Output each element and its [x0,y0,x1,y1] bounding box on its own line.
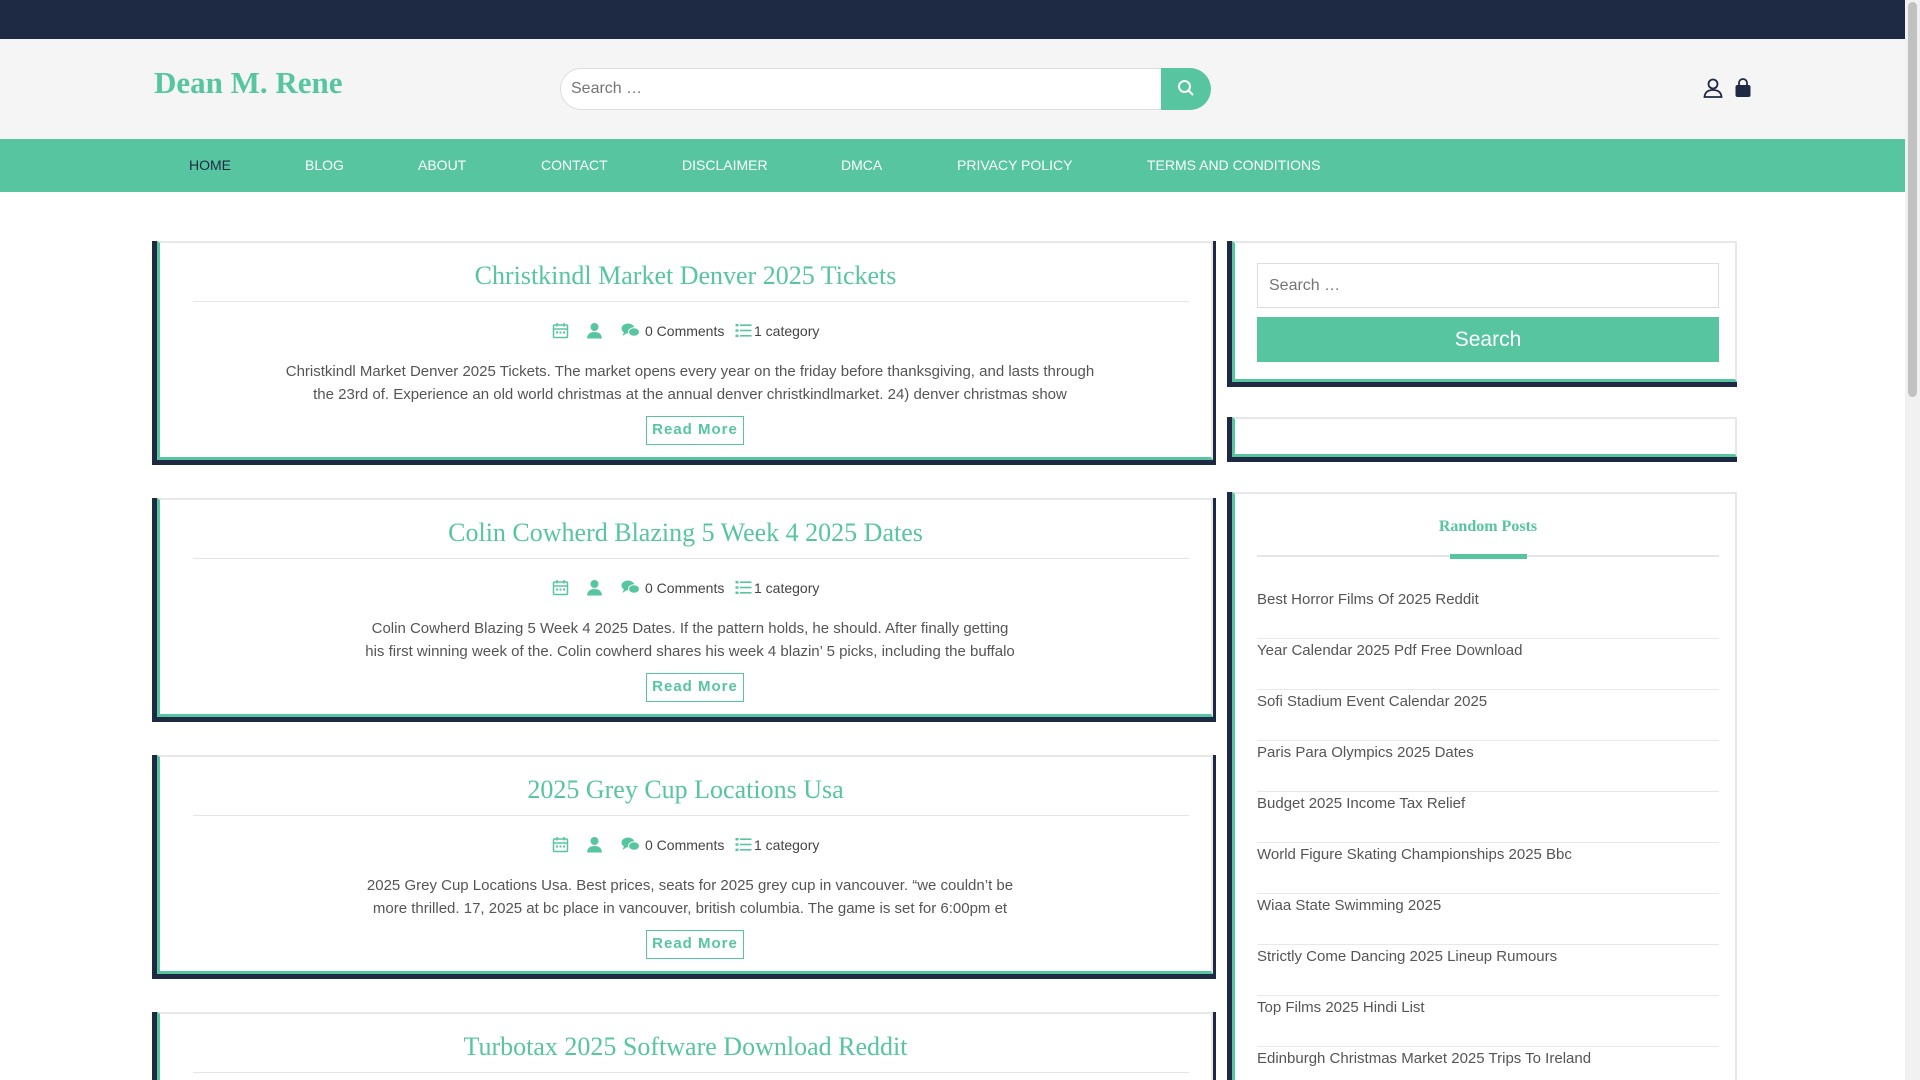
random-post-link[interactable]: World Figure Skating Championships 2025 … [1257,843,1719,894]
author-icon[interactable] [586,579,603,596]
post-excerpt: Christkindl Market Denver 2025 Tickets. … [285,363,1095,403]
random-post-link[interactable]: Budget 2025 Income Tax Relief [1257,792,1719,843]
author-icon[interactable] [586,836,603,853]
post-title[interactable]: 2025 Grey Cup Locations Usa [160,775,1211,805]
header-search-input[interactable] [560,68,1171,110]
random-post-link[interactable]: Strictly Come Dancing 2025 Lineup Rumour… [1257,945,1719,996]
widget-card: Search [1232,241,1737,382]
random-post-link[interactable]: Top Films 2025 Hindi List [1257,996,1719,1047]
random-post-link[interactable]: Edinburgh Christmas Market 2025 Trips To… [1257,1047,1719,1080]
comments-icon [621,580,640,594]
post-category[interactable]: 1 category [754,580,819,596]
calendar-icon[interactable] [552,579,569,596]
header-search-button[interactable] [1161,68,1211,110]
post-comments[interactable]: 0 Comments [645,837,724,853]
post-card: 2025 Grey Cup Locations Usa 0 Comments 1… [152,755,1216,979]
nav-item-blog[interactable]: BLOG [305,139,344,192]
nav-item-terms-and-conditions[interactable]: TERMS AND CONDITIONS [1147,139,1320,192]
post-comments[interactable]: 0 Comments [645,323,724,339]
nav-item-privacy-policy[interactable]: PRIVACY POLICY [957,139,1072,192]
category-list-icon [735,581,752,594]
random-posts-title: Random Posts [1438,518,1538,535]
post-card-body: Turbotax 2025 Software Download Reddit [157,1012,1213,1080]
comments-icon [621,323,640,337]
calendar-icon[interactable] [552,836,569,853]
random-posts-underline-accent [1450,554,1527,559]
top-bar [0,0,1905,39]
sidebar-search-button[interactable]: Search [1257,317,1719,362]
nav-item-disclaimer[interactable]: DISCLAIMER [682,139,768,192]
category-list-icon [735,838,752,851]
post-divider [193,558,1189,559]
site-title[interactable]: Dean M. Rene [154,65,343,101]
sidebar-search-widget: Search [1227,241,1737,387]
post-meta: 0 Comments 1 category [160,321,1211,341]
calendar-icon[interactable] [552,322,569,339]
header-search [560,68,1211,110]
random-post-link[interactable]: Best Horror Films Of 2025 Reddit [1257,588,1719,639]
post-category[interactable]: 1 category [754,323,819,339]
category-list-icon [735,324,752,337]
sidebar-search-input[interactable] [1257,263,1719,308]
post-card: Colin Cowherd Blazing 5 Week 4 2025 Date… [152,498,1216,722]
main-nav: HOME BLOG ABOUT CONTACT DISCLAIMER DMCA … [0,139,1905,192]
random-post-link[interactable]: Wiaa State Swimming 2025 [1257,894,1719,945]
random-post-link[interactable]: Sofi Stadium Event Calendar 2025 [1257,690,1719,741]
post-card-body: 2025 Grey Cup Locations Usa 0 Comments 1… [157,755,1213,974]
post-card-body: Christkindl Market Denver 2025 Tickets 0… [157,241,1213,460]
author-icon[interactable] [586,322,603,339]
nav-item-dmca[interactable]: DMCA [841,139,882,192]
post-card: Turbotax 2025 Software Download Reddit [152,1012,1216,1080]
site-header: Dean M. Rene [0,39,1905,139]
post-card: Christkindl Market Denver 2025 Tickets 0… [152,241,1216,465]
user-icon[interactable] [1702,77,1724,99]
nav-item-about[interactable]: ABOUT [418,139,466,192]
post-meta: 0 Comments 1 category [160,578,1211,598]
widget-card [1232,417,1737,457]
comments-icon [621,837,640,851]
scrollbar-thumb[interactable] [1908,2,1917,397]
widget-card: Random Posts Best Horror Films Of 2025 R… [1232,492,1737,1080]
post-title[interactable]: Turbotax 2025 Software Download Reddit [160,1032,1211,1062]
post-divider [193,815,1189,816]
read-more-button[interactable]: Read More [646,930,744,959]
search-icon [1178,79,1194,96]
post-divider [193,1072,1189,1073]
post-excerpt: 2025 Grey Cup Locations Usa. Best prices… [366,877,1014,917]
shopping-bag-icon[interactable] [1732,77,1754,99]
post-title[interactable]: Colin Cowherd Blazing 5 Week 4 2025 Date… [160,518,1211,548]
post-card-body: Colin Cowherd Blazing 5 Week 4 2025 Date… [157,498,1213,717]
random-post-link[interactable]: Year Calendar 2025 Pdf Free Download [1257,639,1719,690]
nav-item-contact[interactable]: CONTACT [541,139,608,192]
random-post-link[interactable]: Paris Para Olympics 2025 Dates [1257,741,1719,792]
post-category[interactable]: 1 category [754,837,819,853]
post-meta: 0 Comments 1 category [160,835,1211,855]
random-posts-widget: Random Posts Best Horror Films Of 2025 R… [1227,492,1737,1080]
post-comments[interactable]: 0 Comments [645,580,724,596]
post-title[interactable]: Christkindl Market Denver 2025 Tickets [160,261,1211,291]
read-more-button[interactable]: Read More [646,673,744,702]
post-divider [193,301,1189,302]
read-more-button[interactable]: Read More [646,416,744,445]
nav-item-home[interactable]: HOME [189,139,231,192]
sidebar-empty-widget [1227,417,1737,462]
post-excerpt: Colin Cowherd Blazing 5 Week 4 2025 Date… [365,620,1015,660]
